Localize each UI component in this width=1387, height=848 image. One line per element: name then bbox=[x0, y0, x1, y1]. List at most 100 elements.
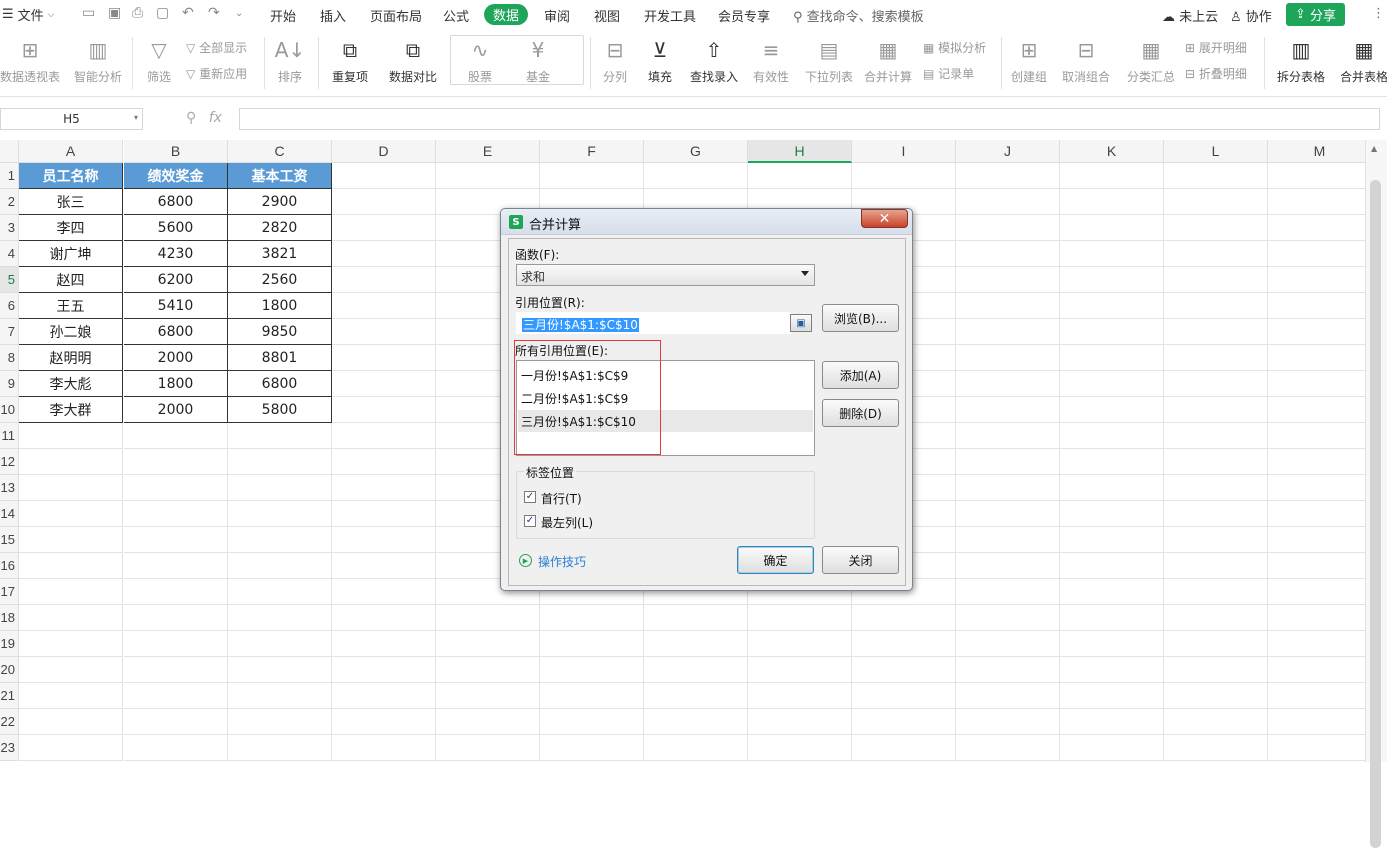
cell-i23[interactable] bbox=[852, 735, 956, 761]
cell-j17[interactable] bbox=[956, 579, 1060, 605]
row-header[interactable]: 5 bbox=[0, 267, 19, 293]
duplicates-button[interactable]: ⧉ 重复项 bbox=[327, 29, 373, 85]
cell-g19[interactable] bbox=[644, 631, 748, 657]
share-button[interactable]: ⇪ 分享 bbox=[1286, 3, 1345, 26]
cell-d8[interactable] bbox=[332, 345, 436, 371]
row-header[interactable]: 19 bbox=[0, 631, 19, 657]
cloud-status[interactable]: ☁ 未上云 bbox=[1162, 6, 1218, 25]
show-all-button[interactable]: ▽ 全部显示 bbox=[186, 39, 247, 56]
row-header[interactable]: 3 bbox=[0, 215, 19, 241]
create-group-button[interactable]: ⊞ 创建组 bbox=[1010, 29, 1048, 85]
cell-a9[interactable]: 李大彪 bbox=[19, 371, 123, 397]
close-button[interactable]: 关闭 bbox=[822, 546, 899, 574]
cell-k5[interactable] bbox=[1060, 267, 1164, 293]
split-table-button[interactable]: ▥ 拆分表格 bbox=[1272, 29, 1330, 85]
row-header[interactable]: 23 bbox=[0, 735, 19, 761]
cell-d20[interactable] bbox=[332, 657, 436, 683]
left-column-label[interactable]: 最左列(L) bbox=[541, 514, 593, 531]
reapply-button[interactable]: ▽ 重新应用 bbox=[186, 65, 247, 82]
cell-b3[interactable]: 5600 bbox=[124, 215, 228, 241]
cell-d17[interactable] bbox=[332, 579, 436, 605]
cell-l22[interactable] bbox=[1164, 709, 1268, 735]
cell-h23[interactable] bbox=[748, 735, 852, 761]
cell-d1[interactable] bbox=[332, 163, 436, 189]
cell-l15[interactable] bbox=[1164, 527, 1268, 553]
cell-m8[interactable] bbox=[1268, 345, 1365, 371]
cell-j5[interactable] bbox=[956, 267, 1060, 293]
cell-l6[interactable] bbox=[1164, 293, 1268, 319]
row-header[interactable]: 15 bbox=[0, 527, 19, 553]
cell-a4[interactable]: 谢广坤 bbox=[19, 241, 123, 267]
reference-input[interactable]: 三月份!$A$1:$C$10 bbox=[516, 312, 791, 334]
cell-d12[interactable] bbox=[332, 449, 436, 475]
validity-button[interactable]: ≡ 有效性 bbox=[748, 29, 794, 85]
cell-h20[interactable] bbox=[748, 657, 852, 683]
row-header[interactable]: 7 bbox=[0, 319, 19, 345]
cell-k18[interactable] bbox=[1060, 605, 1164, 631]
data-compare-button[interactable]: ⧉ 数据对比 bbox=[384, 29, 442, 85]
cell-l7[interactable] bbox=[1164, 319, 1268, 345]
cell-c21[interactable] bbox=[228, 683, 332, 709]
sort-button[interactable]: A↓ 排序 bbox=[272, 29, 308, 85]
cell-c11[interactable] bbox=[228, 423, 332, 449]
cell-c7[interactable]: 9850 bbox=[228, 319, 332, 345]
cell-b13[interactable] bbox=[124, 475, 228, 501]
name-box[interactable]: H5 ▾ bbox=[0, 108, 143, 130]
cell-j22[interactable] bbox=[956, 709, 1060, 735]
cell-h1[interactable] bbox=[748, 163, 852, 189]
row-header[interactable]: 8 bbox=[0, 345, 19, 371]
dialog-close-icon[interactable]: ✕ bbox=[861, 209, 908, 228]
cell-c23[interactable] bbox=[228, 735, 332, 761]
cell-c15[interactable] bbox=[228, 527, 332, 553]
cell-f21[interactable] bbox=[540, 683, 644, 709]
cell-f19[interactable] bbox=[540, 631, 644, 657]
cell-j21[interactable] bbox=[956, 683, 1060, 709]
cell-d3[interactable] bbox=[332, 215, 436, 241]
collapse-detail-button[interactable]: ⊟ 折叠明细 bbox=[1185, 65, 1247, 82]
cell-b23[interactable] bbox=[124, 735, 228, 761]
delete-button[interactable]: 删除(D) bbox=[822, 399, 899, 427]
formula-input[interactable] bbox=[239, 108, 1380, 130]
fill-button[interactable]: ⊻ 填充 bbox=[643, 29, 677, 85]
cell-c6[interactable]: 1800 bbox=[228, 293, 332, 319]
cell-m1[interactable] bbox=[1268, 163, 1365, 189]
cell-c16[interactable] bbox=[228, 553, 332, 579]
cell-a11[interactable] bbox=[19, 423, 123, 449]
cell-g20[interactable] bbox=[644, 657, 748, 683]
tab-review[interactable]: 审阅 bbox=[544, 6, 570, 25]
cell-m15[interactable] bbox=[1268, 527, 1365, 553]
cell-k14[interactable] bbox=[1060, 501, 1164, 527]
cell-e18[interactable] bbox=[436, 605, 540, 631]
more-icon[interactable]: ⋮ bbox=[1372, 6, 1385, 21]
cell-a20[interactable] bbox=[19, 657, 123, 683]
column-header-f[interactable]: F bbox=[540, 140, 644, 163]
cell-a16[interactable] bbox=[19, 553, 123, 579]
cell-l21[interactable] bbox=[1164, 683, 1268, 709]
cell-d7[interactable] bbox=[332, 319, 436, 345]
cell-g22[interactable] bbox=[644, 709, 748, 735]
cell-l1[interactable] bbox=[1164, 163, 1268, 189]
tips-link[interactable]: 操作技巧 bbox=[538, 553, 586, 570]
column-header-l[interactable]: L bbox=[1164, 140, 1268, 163]
row-header[interactable]: 14 bbox=[0, 501, 19, 527]
row-header[interactable]: 6 bbox=[0, 293, 19, 319]
cell-a2[interactable]: 张三 bbox=[19, 189, 123, 215]
cell-c19[interactable] bbox=[228, 631, 332, 657]
column-header-e[interactable]: E bbox=[436, 140, 540, 163]
play-circle-icon[interactable]: ▶ bbox=[519, 554, 532, 567]
column-header-j[interactable]: J bbox=[956, 140, 1060, 163]
cell-a23[interactable] bbox=[19, 735, 123, 761]
row-header[interactable]: 13 bbox=[0, 475, 19, 501]
cell-l23[interactable] bbox=[1164, 735, 1268, 761]
cell-d2[interactable] bbox=[332, 189, 436, 215]
cell-j14[interactable] bbox=[956, 501, 1060, 527]
tab-member[interactable]: 会员专享 bbox=[718, 6, 770, 25]
cell-m19[interactable] bbox=[1268, 631, 1365, 657]
chevron-down-icon[interactable]: ▾ bbox=[134, 113, 138, 122]
cell-a13[interactable] bbox=[19, 475, 123, 501]
row-header[interactable]: 17 bbox=[0, 579, 19, 605]
cell-f18[interactable] bbox=[540, 605, 644, 631]
cell-a17[interactable] bbox=[19, 579, 123, 605]
cell-k3[interactable] bbox=[1060, 215, 1164, 241]
select-all-corner[interactable] bbox=[0, 140, 19, 163]
